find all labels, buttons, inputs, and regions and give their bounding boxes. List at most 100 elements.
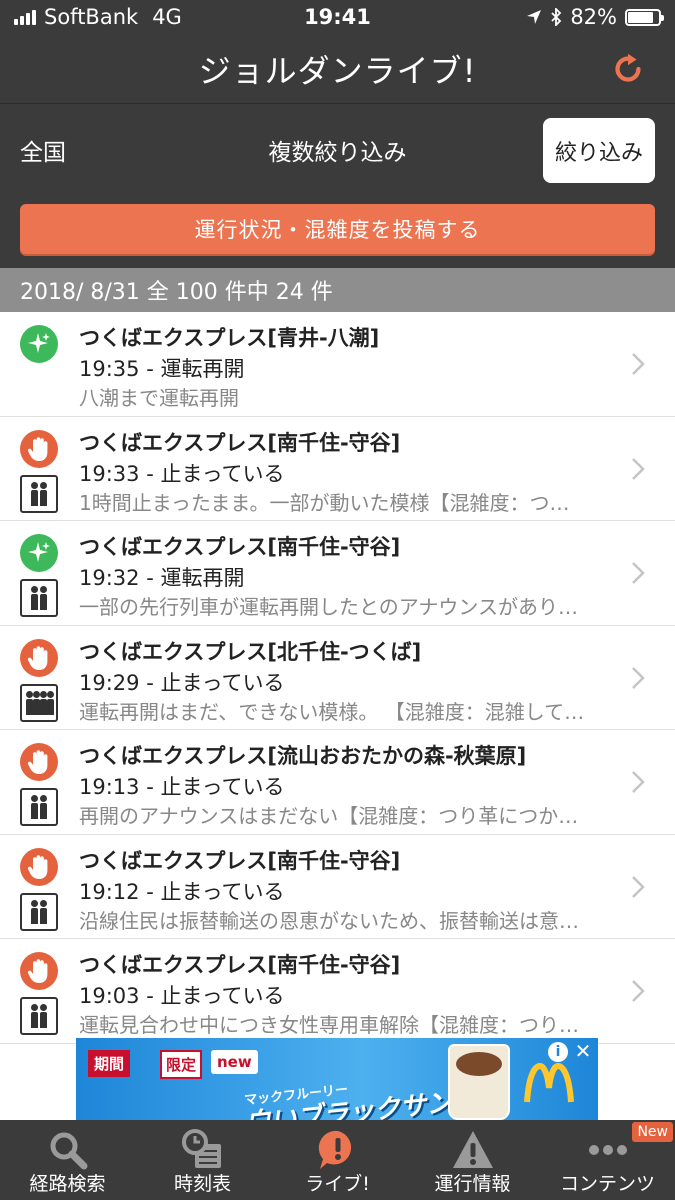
- filter-button[interactable]: 絞り込み: [543, 118, 655, 183]
- tab-label: ライブ!: [305, 1173, 370, 1195]
- crowd-level-icon: [20, 579, 58, 617]
- list-item[interactable]: つくばエクスプレス[流山おおたかの森-秋葉原] 19:13 - 止まっている再開の…: [0, 730, 675, 835]
- tab-label: 経路検索: [29, 1173, 106, 1195]
- tab-warning[interactable]: 運行情報: [405, 1120, 540, 1200]
- line-name: つくばエクスプレス[南千住-守谷]: [79, 953, 401, 977]
- live-report-list: つくばエクスプレス[青井-八潮] 19:35 - 運転再開 八潮まで運転再開 つくばエ…: [0, 312, 675, 1044]
- chevron-right-icon: [632, 353, 645, 375]
- status-time: 19:35 - 運転再開: [79, 357, 245, 381]
- list-item[interactable]: つくばエクスプレス[青井-八潮] 19:35 - 運転再開 八潮まで運転再開: [0, 312, 675, 417]
- stop-hand-icon: [20, 429, 58, 468]
- crowd-level-icon: [20, 997, 58, 1035]
- chevron-right-icon: [632, 980, 645, 1002]
- chevron-right-icon: [632, 666, 645, 689]
- crowd-level-icon: [20, 683, 58, 722]
- stop-hand-icon: [20, 743, 58, 781]
- status-time: 19:13 - 止まっている: [79, 775, 285, 799]
- line-name: つくばエクスプレス[南千住-守谷]: [79, 430, 401, 455]
- person-icon: [40, 899, 47, 924]
- person-icon: [47, 690, 54, 715]
- region-selector[interactable]: 全国: [20, 133, 140, 167]
- date-summary: 2018/ 8/31 全 100 件中 24 件: [0, 268, 675, 312]
- list-item[interactable]: つくばエクスプレス[南千住-守谷] 19:03 - 止まっている運転見合わせ中につ…: [0, 939, 675, 1044]
- line-name: つくばエクスプレス[青井-八潮]: [79, 326, 380, 350]
- carrier-label: SoftBank: [44, 5, 139, 29]
- status-time: 19:33 - 止まっている: [79, 461, 285, 486]
- filter-bar: 全国 複数絞り込み 絞り込み: [0, 104, 675, 196]
- stop-hand-icon: [20, 638, 58, 677]
- person-icon: [40, 795, 47, 819]
- chevron-right-icon: [632, 457, 645, 480]
- signal-icon: [14, 9, 36, 25]
- crowd-level-icon: [20, 474, 58, 513]
- location-icon: [527, 10, 542, 24]
- person-icon: [33, 690, 40, 715]
- crowd-level-icon: [20, 892, 58, 931]
- chevron-right-icon: [632, 562, 645, 584]
- tab-search[interactable]: 経路検索: [0, 1120, 135, 1200]
- person-icon: [40, 690, 47, 715]
- stop-hand-icon: [20, 952, 58, 990]
- battery-fill: [628, 11, 653, 23]
- crowd-level-icon: [20, 788, 58, 826]
- report-comment: 八潮まで運転再開: [79, 386, 239, 410]
- ad-tag-new: new: [211, 1050, 258, 1074]
- status-time: 19:29 - 止まっている: [79, 670, 285, 695]
- person-icon: [26, 690, 33, 715]
- battery-icon: [625, 8, 664, 26]
- tab-more-dots[interactable]: コンテンツ New: [540, 1120, 675, 1200]
- ad-product-image: [448, 1044, 510, 1120]
- ad-banner[interactable]: 期間 限定 new マックフルーリー 白いブラックサンダー i ✕: [76, 1038, 598, 1120]
- report-comment: 運転見合わせ中につき女性専用車解除【混雑度：つり革につかまれる程度】: [79, 1013, 589, 1037]
- stop-hand-icon: [20, 847, 58, 886]
- line-name: つくばエクスプレス[南千住-守谷]: [79, 535, 401, 559]
- tab-live-alert[interactable]: ライブ!: [270, 1120, 405, 1200]
- title-bar: ジョルダンライブ!: [0, 34, 675, 104]
- list-item[interactable]: つくばエクスプレス[南千住-守谷] 19:33 - 止まっている 1時間止まったまま…: [0, 417, 675, 521]
- tab-timetable[interactable]: 時刻表: [135, 1120, 270, 1200]
- chevron-right-icon: [632, 771, 645, 793]
- page-title: ジョルダンライブ!: [198, 51, 477, 90]
- post-status-button[interactable]: 運行状況・混雑度を投稿する: [20, 204, 655, 254]
- line-name: つくばエクスプレス[北千住-つくば]: [79, 639, 422, 664]
- ad-tag-limited: 限定: [160, 1050, 203, 1079]
- person-icon: [31, 481, 38, 506]
- report-comment: 再開のアナウンスはまだない【混雑度：つり革につかまれる程度】: [79, 804, 589, 828]
- status-time: 19:12 - 止まっている: [79, 879, 285, 904]
- tab-bar: 経路検索 時刻表 ライブ! 運行情報 コンテンツ New: [0, 1120, 675, 1200]
- bluetooth-icon: [551, 8, 562, 26]
- chevron-right-icon: [632, 875, 645, 898]
- timetable-icon: [181, 1128, 225, 1172]
- battery-percent: 82%: [570, 5, 617, 29]
- report-comment: 一部の先行列車が運転再開したとのアナウンスがありました: [79, 595, 589, 619]
- list-item[interactable]: つくばエクスプレス[南千住-守谷] 19:12 - 止まっている沿線住民は振替輸送…: [0, 835, 675, 939]
- list-item[interactable]: つくばエクスプレス[北千住-つくば] 19:29 - 止まっている運転再開はまだ、…: [0, 626, 675, 730]
- resume-sparkle-icon: [20, 534, 58, 572]
- report-comment: 沿線住民は振替輸送の恩恵がないため、振替輸送は意味がない: [79, 908, 589, 933]
- warning-icon: [451, 1128, 495, 1172]
- ad-info-icon[interactable]: i: [548, 1042, 568, 1062]
- more-dots-icon: [586, 1128, 630, 1172]
- status-time: 19:03 - 止まっている: [79, 984, 285, 1008]
- ad-tag-period: 期間: [88, 1050, 131, 1077]
- resume-sparkle-icon: [20, 325, 58, 363]
- new-badge: New: [632, 1122, 673, 1142]
- app-header: SoftBank 4G 19:41 82% ジョルダンライブ! 全国 複数絞り込…: [0, 0, 675, 268]
- person-icon: [31, 795, 38, 819]
- person-icon: [40, 586, 47, 610]
- network-label: 4G: [152, 5, 182, 29]
- refresh-icon[interactable]: [609, 50, 647, 88]
- ad-close-icon[interactable]: ✕: [572, 1039, 594, 1063]
- live-alert-icon: [316, 1128, 360, 1172]
- line-name: つくばエクスプレス[流山おおたかの森-秋葉原]: [79, 744, 527, 768]
- status-time: 19:32 - 運転再開: [79, 566, 245, 590]
- search-icon: [46, 1128, 90, 1172]
- report-comment: 運転再開はまだ、できない模様。 【混雑度：混雑している】: [79, 699, 589, 724]
- tab-label: コンテンツ: [559, 1173, 655, 1195]
- person-icon: [31, 586, 38, 610]
- tab-label: 時刻表: [173, 1173, 231, 1195]
- list-item[interactable]: つくばエクスプレス[南千住-守谷] 19:32 - 運転再開一部の先行列車が運転再…: [0, 521, 675, 626]
- line-name: つくばエクスプレス[南千住-守谷]: [79, 848, 401, 873]
- person-icon: [31, 899, 38, 924]
- status-bar: SoftBank 4G 19:41 82%: [0, 0, 675, 34]
